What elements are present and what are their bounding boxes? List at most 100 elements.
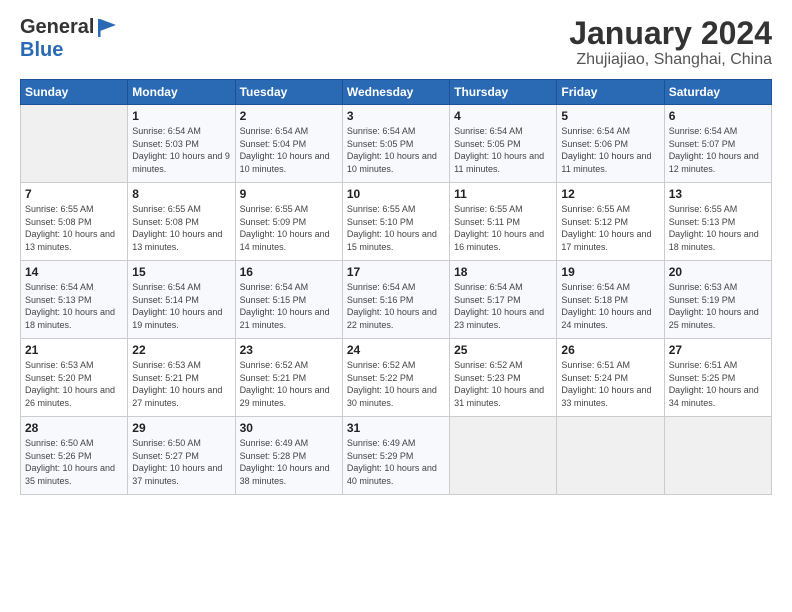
day-info: Sunrise: 6:54 AMSunset: 5:16 PMDaylight:… — [347, 281, 445, 331]
day-info: Sunrise: 6:54 AMSunset: 5:04 PMDaylight:… — [240, 125, 338, 175]
day-cell: 24 Sunrise: 6:52 AMSunset: 5:22 PMDayligh… — [342, 339, 449, 417]
day-cell: 31 Sunrise: 6:49 AMSunset: 5:29 PMDayligh… — [342, 417, 449, 495]
day-cell: 16Sunrise: 6:54 AMSunset: 5:15 PMDayligh… — [235, 261, 342, 339]
day-info: Sunrise: 6:55 AMSunset: 5:12 PMDaylight:… — [561, 203, 659, 253]
week-row-2: 7 Sunrise: 6:55 AMSunset: 5:08 PMDaylight… — [21, 183, 772, 261]
month-title: January 2024 — [569, 16, 772, 51]
day-cell: 23Sunrise: 6:52 AMSunset: 5:21 PMDayligh… — [235, 339, 342, 417]
day-info: Sunrise: 6:55 AMSunset: 5:08 PMDaylight:… — [25, 203, 123, 253]
day-cell: 10 Sunrise: 6:55 AMSunset: 5:10 PMDayligh… — [342, 183, 449, 261]
day-number: 22 — [132, 343, 230, 357]
calendar-page: General Blue January 2024 Zhujiajiao, Sh… — [0, 0, 792, 612]
day-number: 21 — [25, 343, 123, 357]
day-info: Sunrise: 6:51 AMSunset: 5:25 PMDaylight:… — [669, 359, 767, 409]
weekday-header-friday: Friday — [557, 80, 664, 105]
day-cell — [21, 105, 128, 183]
day-cell: 5 Sunrise: 6:54 AMSunset: 5:06 PMDaylight… — [557, 105, 664, 183]
day-info: Sunrise: 6:55 AMSunset: 5:10 PMDaylight:… — [347, 203, 445, 253]
day-info: Sunrise: 6:54 AMSunset: 5:13 PMDaylight:… — [25, 281, 123, 331]
day-info: Sunrise: 6:54 AMSunset: 5:07 PMDaylight:… — [669, 125, 767, 175]
day-cell: 22Sunrise: 6:53 AMSunset: 5:21 PMDayligh… — [128, 339, 235, 417]
day-number: 16 — [240, 265, 338, 279]
day-info: Sunrise: 6:55 AMSunset: 5:08 PMDaylight:… — [132, 203, 230, 253]
day-info: Sunrise: 6:54 AMSunset: 5:14 PMDaylight:… — [132, 281, 230, 331]
day-info: Sunrise: 6:49 AMSunset: 5:29 PMDaylight:… — [347, 437, 445, 487]
day-number: 1 — [132, 109, 230, 123]
day-number: 10 — [347, 187, 445, 201]
day-cell — [557, 417, 664, 495]
day-number: 5 — [561, 109, 659, 123]
day-number: 14 — [25, 265, 123, 279]
day-number: 28 — [25, 421, 123, 435]
week-row-4: 21 Sunrise: 6:53 AMSunset: 5:20 PMDayligh… — [21, 339, 772, 417]
day-number: 13 — [669, 187, 767, 201]
day-cell: 1 Sunrise: 6:54 AMSunset: 5:03 PMDaylight… — [128, 105, 235, 183]
day-cell: 14 Sunrise: 6:54 AMSunset: 5:13 PMDayligh… — [21, 261, 128, 339]
day-cell: 26Sunrise: 6:51 AMSunset: 5:24 PMDayligh… — [557, 339, 664, 417]
day-info: Sunrise: 6:54 AMSunset: 5:06 PMDaylight:… — [561, 125, 659, 175]
day-number: 8 — [132, 187, 230, 201]
day-number: 31 — [347, 421, 445, 435]
day-number: 17 — [347, 265, 445, 279]
week-row-5: 28 Sunrise: 6:50 AMSunset: 5:26 PMDayligh… — [21, 417, 772, 495]
day-info: Sunrise: 6:54 AMSunset: 5:05 PMDaylight:… — [454, 125, 552, 175]
day-cell: 4Sunrise: 6:54 AMSunset: 5:05 PMDaylight… — [450, 105, 557, 183]
day-info: Sunrise: 6:54 AMSunset: 5:05 PMDaylight:… — [347, 125, 445, 175]
weekday-header-row: SundayMondayTuesdayWednesdayThursdayFrid… — [21, 80, 772, 105]
day-number: 6 — [669, 109, 767, 123]
day-cell: 27Sunrise: 6:51 AMSunset: 5:25 PMDayligh… — [664, 339, 771, 417]
day-info: Sunrise: 6:54 AMSunset: 5:17 PMDaylight:… — [454, 281, 552, 331]
day-cell: 8 Sunrise: 6:55 AMSunset: 5:08 PMDaylight… — [128, 183, 235, 261]
day-info: Sunrise: 6:55 AMSunset: 5:13 PMDaylight:… — [669, 203, 767, 253]
day-cell: 2Sunrise: 6:54 AMSunset: 5:04 PMDaylight… — [235, 105, 342, 183]
week-row-3: 14 Sunrise: 6:54 AMSunset: 5:13 PMDayligh… — [21, 261, 772, 339]
week-row-1: 1 Sunrise: 6:54 AMSunset: 5:03 PMDaylight… — [21, 105, 772, 183]
day-number: 12 — [561, 187, 659, 201]
day-number: 29 — [132, 421, 230, 435]
day-info: Sunrise: 6:49 AMSunset: 5:28 PMDaylight:… — [240, 437, 338, 487]
day-cell: 12 Sunrise: 6:55 AMSunset: 5:12 PMDayligh… — [557, 183, 664, 261]
day-cell: 29 Sunrise: 6:50 AMSunset: 5:27 PMDayligh… — [128, 417, 235, 495]
day-info: Sunrise: 6:55 AMSunset: 5:11 PMDaylight:… — [454, 203, 552, 253]
day-info: Sunrise: 6:54 AMSunset: 5:18 PMDaylight:… — [561, 281, 659, 331]
day-number: 7 — [25, 187, 123, 201]
day-number: 20 — [669, 265, 767, 279]
day-number: 30 — [240, 421, 338, 435]
day-cell — [664, 417, 771, 495]
weekday-header-thursday: Thursday — [450, 80, 557, 105]
day-cell: 3 Sunrise: 6:54 AMSunset: 5:05 PMDaylight… — [342, 105, 449, 183]
day-cell: 6 Sunrise: 6:54 AMSunset: 5:07 PMDaylight… — [664, 105, 771, 183]
logo-flag-icon — [96, 17, 118, 39]
day-info: Sunrise: 6:52 AMSunset: 5:22 PMDaylight:… — [347, 359, 445, 409]
day-cell: 11 Sunrise: 6:55 AMSunset: 5:11 PMDayligh… — [450, 183, 557, 261]
logo: General Blue — [20, 16, 118, 61]
day-info: Sunrise: 6:55 AMSunset: 5:09 PMDaylight:… — [240, 203, 338, 253]
day-cell: 17 Sunrise: 6:54 AMSunset: 5:16 PMDayligh… — [342, 261, 449, 339]
day-info: Sunrise: 6:50 AMSunset: 5:26 PMDaylight:… — [25, 437, 123, 487]
day-number: 15 — [132, 265, 230, 279]
logo-general: General — [20, 16, 94, 38]
header: General Blue January 2024 Zhujiajiao, Sh… — [20, 16, 772, 69]
weekday-header-tuesday: Tuesday — [235, 80, 342, 105]
day-info: Sunrise: 6:50 AMSunset: 5:27 PMDaylight:… — [132, 437, 230, 487]
day-cell: 13 Sunrise: 6:55 AMSunset: 5:13 PMDayligh… — [664, 183, 771, 261]
day-number: 3 — [347, 109, 445, 123]
location: Zhujiajiao, Shanghai, China — [569, 51, 772, 69]
day-info: Sunrise: 6:53 AMSunset: 5:20 PMDaylight:… — [25, 359, 123, 409]
day-cell — [450, 417, 557, 495]
day-number: 26 — [561, 343, 659, 357]
day-number: 19 — [561, 265, 659, 279]
day-number: 24 — [347, 343, 445, 357]
day-number: 11 — [454, 187, 552, 201]
day-cell: 21 Sunrise: 6:53 AMSunset: 5:20 PMDayligh… — [21, 339, 128, 417]
day-number: 23 — [240, 343, 338, 357]
day-info: Sunrise: 6:54 AMSunset: 5:03 PMDaylight:… — [132, 125, 230, 175]
day-cell: 20Sunrise: 6:53 AMSunset: 5:19 PMDayligh… — [664, 261, 771, 339]
day-info: Sunrise: 6:52 AMSunset: 5:23 PMDaylight:… — [454, 359, 552, 409]
day-cell: 28 Sunrise: 6:50 AMSunset: 5:26 PMDayligh… — [21, 417, 128, 495]
day-cell: 30 Sunrise: 6:49 AMSunset: 5:28 PMDayligh… — [235, 417, 342, 495]
day-cell: 18Sunrise: 6:54 AMSunset: 5:17 PMDayligh… — [450, 261, 557, 339]
day-cell: 25 Sunrise: 6:52 AMSunset: 5:23 PMDayligh… — [450, 339, 557, 417]
weekday-header-saturday: Saturday — [664, 80, 771, 105]
day-number: 25 — [454, 343, 552, 357]
